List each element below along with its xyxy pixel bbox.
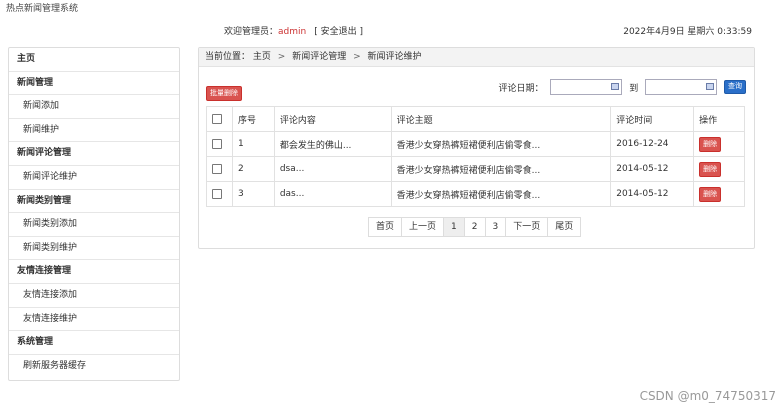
calendar-icon[interactable]: [706, 83, 715, 90]
prev-page-button[interactable]: 上一页: [401, 217, 445, 237]
breadcrumb: 当前位置： 主页 > 新闻评论管理 > 新闻评论维护: [199, 48, 754, 67]
sidebar-item-link-maintain[interactable]: 友情连接维护: [9, 308, 179, 332]
breadcrumb-home[interactable]: 主页: [253, 52, 271, 62]
cell-action: 删除: [693, 156, 745, 182]
next-page-button[interactable]: 下一页: [505, 217, 549, 237]
page-3-button[interactable]: 3: [484, 217, 507, 237]
select-all-cell: [206, 106, 233, 132]
row-checkbox[interactable]: [212, 138, 222, 149]
cell-no: 2: [231, 156, 275, 182]
breadcrumb-separator: >: [277, 52, 286, 62]
cell-time: 2016-12-24: [610, 131, 695, 157]
sidebar-item-news-add[interactable]: 新闻添加: [9, 95, 179, 119]
row-select-cell: [206, 181, 233, 207]
breadcrumb-comment-management[interactable]: 新闻评论管理: [292, 52, 346, 62]
table-header-row: 序号 评论内容 评论主题 评论时间 操作: [206, 106, 745, 132]
top-bar: 欢迎管理员：admin [ 安全退出 ] 2022年4月9日 星期六 0:33:5…: [0, 24, 784, 40]
delete-button[interactable]: 删除: [699, 186, 722, 202]
cell-no: 3: [231, 181, 275, 207]
header-action: 操作: [693, 106, 745, 132]
cell-action: 删除: [693, 181, 745, 207]
welcome-label: 欢迎管理员：: [224, 27, 279, 37]
cell-topic: 香港少女穿热裤短裙便利店偷零食...: [390, 131, 612, 157]
sidebar-group-comments[interactable]: 新闻评论管理: [9, 142, 179, 166]
page-2-button[interactable]: 2: [463, 217, 486, 237]
sidebar-item-news-maintain[interactable]: 新闻维护: [9, 119, 179, 143]
pagination: 首页 上一页 1 2 3 下一页 尾页: [368, 217, 582, 237]
watermark: CSDN @m0_74750317: [639, 389, 776, 403]
sidebar-item-comment-maintain[interactable]: 新闻评论维护: [9, 166, 179, 190]
row-checkbox[interactable]: [212, 163, 222, 174]
date-filter: 评论日期： 到 查询: [498, 79, 746, 97]
welcome-message: 欢迎管理员：admin [ 安全退出 ]: [224, 24, 363, 37]
app-title: 热点新闻管理系统: [6, 4, 79, 14]
username: admin: [278, 27, 307, 37]
start-date-input[interactable]: [550, 79, 623, 95]
batch-delete-button[interactable]: 批量删除: [206, 86, 242, 101]
sidebar-item-home[interactable]: 主页: [9, 48, 179, 72]
sidebar-item-category-maintain[interactable]: 新闻类别维护: [9, 237, 179, 261]
page-1-button[interactable]: 1: [443, 217, 465, 237]
calendar-icon[interactable]: [611, 83, 620, 90]
date-to-label: 到: [629, 83, 639, 94]
last-page-button[interactable]: 尾页: [547, 217, 582, 237]
cell-content: dsa...: [273, 156, 392, 182]
delete-button[interactable]: 删除: [699, 161, 722, 177]
breadcrumb-prefix: 当前位置：: [205, 52, 251, 62]
cell-topic: 香港少女穿热裤短裙便利店偷零食...: [390, 156, 612, 182]
date-filter-label: 评论日期：: [498, 83, 544, 94]
sidebar-item-refresh-cache[interactable]: 刷新服务器缓存: [9, 355, 179, 379]
header-no: 序号: [231, 106, 275, 132]
row-select-cell: [206, 156, 233, 182]
end-date-input[interactable]: [645, 79, 718, 95]
sidebar-group-categories[interactable]: 新闻类别管理: [9, 190, 179, 214]
cell-no: 1: [231, 131, 275, 157]
cell-content: das...: [273, 181, 392, 207]
header-topic: 评论主题: [390, 106, 612, 132]
table-row: 3 das... 香港少女穿热裤短裙便利店偷零食... 2014-05-12 删…: [206, 181, 745, 207]
first-page-button[interactable]: 首页: [368, 217, 403, 237]
logout-link[interactable]: [ 安全退出 ]: [314, 27, 363, 37]
row-select-cell: [206, 131, 233, 157]
cell-time: 2014-05-12: [610, 181, 695, 207]
main-panel: 当前位置： 主页 > 新闻评论管理 > 新闻评论维护 批量删除 评论日期： 到 …: [198, 47, 755, 249]
sidebar-group-news[interactable]: 新闻管理: [9, 72, 179, 96]
current-datetime: 2022年4月9日 星期六 0:33:59: [623, 27, 752, 37]
sidebar-item-category-add[interactable]: 新闻类别添加: [9, 213, 179, 237]
search-button[interactable]: 查询: [724, 80, 746, 94]
header-content: 评论内容: [273, 106, 392, 132]
cell-action: 删除: [693, 131, 745, 157]
table-row: 2 dsa... 香港少女穿热裤短裙便利店偷零食... 2014-05-12 删…: [206, 156, 745, 182]
breadcrumb-current: 新闻评论维护: [367, 52, 422, 62]
table-row: 1 都会发生的佛山... 香港少女穿热裤短裙便利店偷零食... 2016-12-…: [206, 131, 745, 157]
row-checkbox[interactable]: [212, 188, 222, 199]
cell-content: 都会发生的佛山...: [273, 131, 392, 157]
cell-time: 2014-05-12: [610, 156, 695, 182]
cell-topic: 香港少女穿热裤短裙便利店偷零食...: [390, 181, 612, 207]
sidebar: 主页 新闻管理 新闻添加 新闻维护 新闻评论管理 新闻评论维护 新闻类别管理 新…: [8, 47, 180, 381]
sidebar-item-link-add[interactable]: 友情连接添加: [9, 284, 179, 308]
sidebar-group-links[interactable]: 友情连接管理: [9, 260, 179, 284]
select-all-checkbox[interactable]: [212, 113, 222, 124]
header-time: 评论时间: [610, 106, 695, 132]
sidebar-group-system[interactable]: 系统管理: [9, 331, 179, 355]
delete-button[interactable]: 删除: [699, 136, 722, 152]
breadcrumb-separator: >: [353, 52, 361, 62]
comments-table: 序号 评论内容 评论主题 评论时间 操作 1 都会发生的佛山... 香港少女穿热…: [206, 106, 745, 207]
